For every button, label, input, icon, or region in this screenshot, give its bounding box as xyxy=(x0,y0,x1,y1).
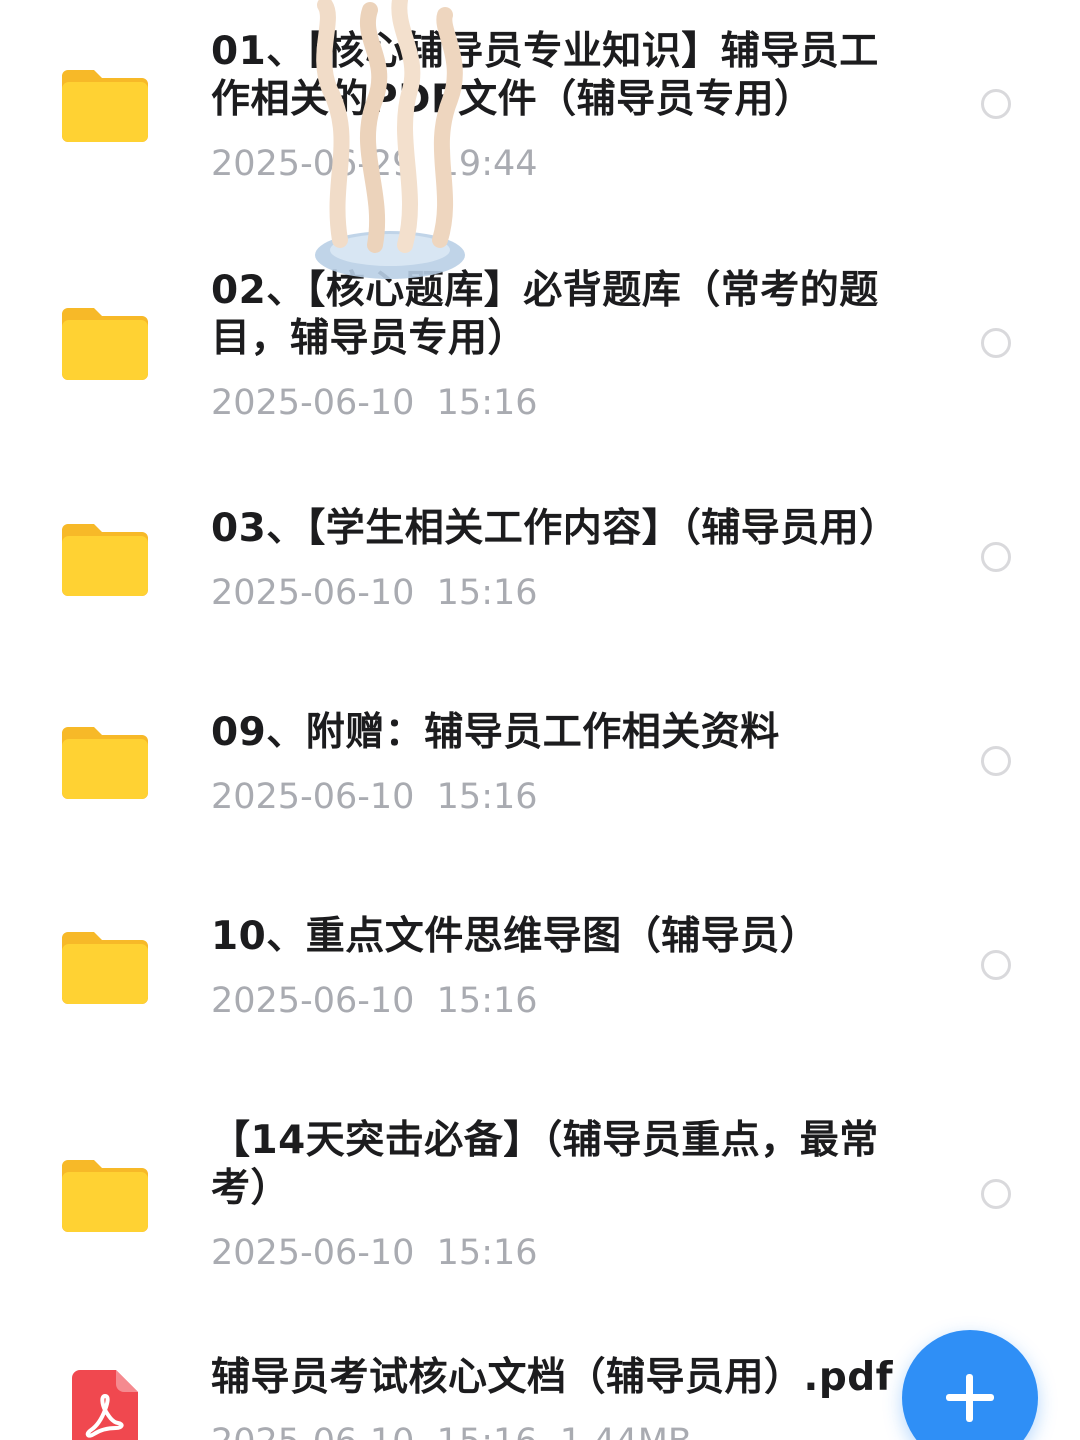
file-date: 2025-06-10 15:16 xyxy=(211,383,538,423)
file-name: 10、重点文件思维导图（辅导员） xyxy=(211,914,820,959)
file-row[interactable]: 【14天突击必备】（辅导员重点，最常考） 2025-06-10 15:16 xyxy=(0,1090,1080,1320)
file-row[interactable]: 02、【核心题库】必背题库（常考的题目，辅导员专用） 2025-06-10 15… xyxy=(0,240,1080,460)
select-circle[interactable] xyxy=(981,328,1011,358)
file-name: 辅导员考试核心文档（辅导员用）.pdf xyxy=(211,1355,894,1400)
file-list-screen: 01、【核心辅导员专业知识】辅导员工作相关的PDF文件（辅导员专用） 2025-… xyxy=(0,0,1080,1440)
file-name: 03、【学生相关工作内容】（辅导员用） xyxy=(211,506,899,551)
file-info: 10、重点文件思维导图（辅导员） 2025-06-10 15:16 xyxy=(211,913,901,1023)
select-circle[interactable] xyxy=(981,746,1011,776)
file-info: 03、【学生相关工作内容】（辅导员用） 2025-06-10 15:16 xyxy=(211,505,901,615)
file-row[interactable]: 10、重点文件思维导图（辅导员） 2025-06-10 15:16 xyxy=(0,870,1080,1070)
file-date: 2025-06-10 15:16 1.44MB xyxy=(211,1420,901,1440)
file-name: 02、【核心题库】必背题库（常考的题目，辅导员专用） xyxy=(211,268,879,361)
file-date: 2025-06-10 15:16 xyxy=(211,777,538,817)
file-info: 【14天突击必备】（辅导员重点，最常考） 2025-06-10 15:16 xyxy=(211,1117,901,1275)
file-date: 2025-06-10 15:16 xyxy=(211,1233,538,1273)
folder-icon xyxy=(62,1160,148,1232)
folder-icon xyxy=(62,308,148,380)
folder-icon xyxy=(62,727,148,799)
folder-icon xyxy=(62,70,148,142)
file-row[interactable]: 09、附赠：辅导员工作相关资料 2025-06-10 15:16 xyxy=(0,665,1080,865)
folder-icon xyxy=(62,524,148,596)
file-name: 09、附赠：辅导员工作相关资料 xyxy=(211,710,780,755)
file-date: 2025-06-10 15:16 xyxy=(211,573,538,613)
file-row[interactable]: 01、【核心辅导员专业知识】辅导员工作相关的PDF文件（辅导员专用） 2025-… xyxy=(0,0,1080,240)
file-info: 辅导员考试核心文档（辅导员用）.pdf 2025-06-10 15:16 1.4… xyxy=(211,1354,901,1440)
file-info: 02、【核心题库】必背题库（常考的题目，辅导员专用） 2025-06-10 15… xyxy=(211,267,901,425)
file-row[interactable]: 03、【学生相关工作内容】（辅导员用） 2025-06-10 15:16 xyxy=(0,460,1080,660)
pdf-file-icon xyxy=(72,1370,138,1440)
file-date: 2025-06-10 15:16 xyxy=(211,981,538,1021)
select-circle[interactable] xyxy=(981,542,1011,572)
select-circle[interactable] xyxy=(981,1179,1011,1209)
incense-sticker-image xyxy=(315,0,465,279)
file-info: 09、附赠：辅导员工作相关资料 2025-06-10 15:16 xyxy=(211,709,901,819)
select-circle[interactable] xyxy=(981,89,1011,119)
select-circle[interactable] xyxy=(981,950,1011,980)
folder-icon xyxy=(62,932,148,1004)
file-name: 【14天突击必备】（辅导员重点，最常考） xyxy=(211,1118,879,1211)
